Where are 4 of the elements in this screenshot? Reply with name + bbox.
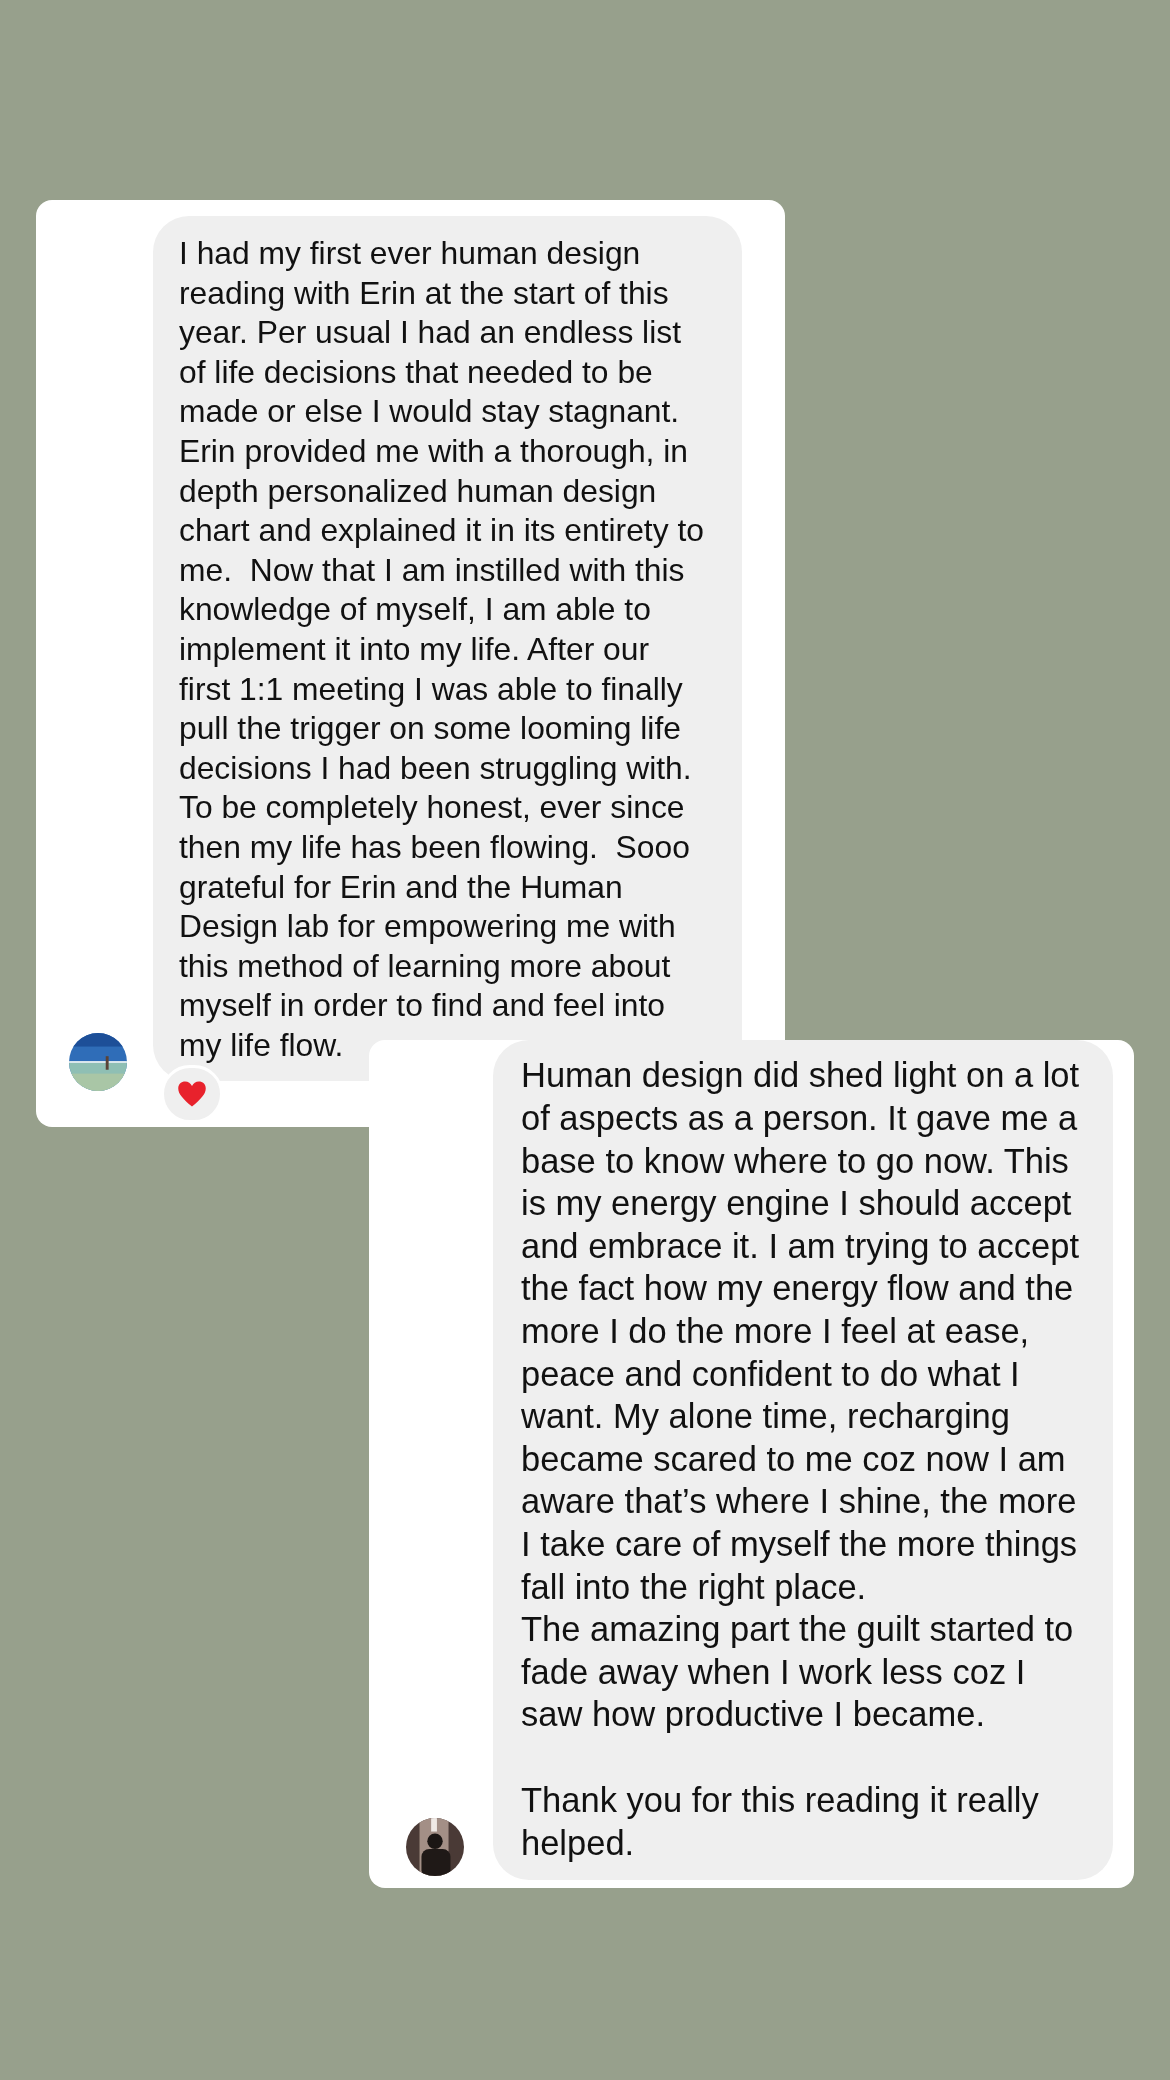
message-text: Human design did shed light on a lot of aspects as a person. It gave me a base to know where to go now. This is my energy engine I should accept and embrace it. I am trying to accept the fact how my energy flow and the more I do the more I feel at ease, peace and confident to do what I want. My alone time, recharging became scared to me coz now I am aware that’s where I shine, the more I take care of myself the more things fall into the right place. xyxy=(521,1055,1081,1608)
message-text: The amazing part the guilt started to fade away when I work less coz I saw how productive I became. xyxy=(521,1609,1075,1736)
message-text: Thank you for this reading it really helped. xyxy=(521,1779,1040,1864)
heart-icon xyxy=(177,1080,207,1109)
